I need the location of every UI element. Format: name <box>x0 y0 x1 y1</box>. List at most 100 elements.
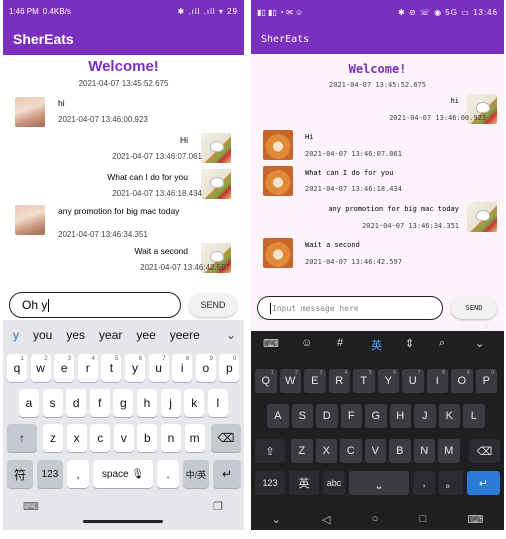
home-icon[interactable]: ○ <box>372 513 379 525</box>
letter-key[interactable]: M <box>438 439 460 463</box>
letter-key[interactable]: F <box>340 404 362 428</box>
letter-key[interactable]: A <box>267 404 289 428</box>
symbols-key[interactable]: 符 <box>7 460 33 488</box>
home-indicator[interactable] <box>83 520 163 523</box>
suggestion-item[interactable]: you <box>33 328 52 342</box>
letter-key[interactable]: u7 <box>148 354 169 382</box>
letter-key[interactable]: n <box>161 424 181 452</box>
letter-key[interactable]: S <box>291 404 313 428</box>
keyboard-layout-icon[interactable]: ⌨ <box>23 500 39 513</box>
suggestion-item[interactable]: yes <box>66 328 85 342</box>
message-input[interactable]: Oh y <box>9 292 181 318</box>
letter-key[interactable]: E3 <box>304 369 326 393</box>
letter-key[interactable]: s <box>42 389 63 417</box>
letter-key[interactable]: O9 <box>451 369 473 393</box>
hashtag-icon[interactable]: # <box>337 337 343 349</box>
letter-key[interactable]: X <box>315 439 337 463</box>
back-icon[interactable]: ◁ <box>322 513 330 526</box>
letter-key[interactable]: Q1 <box>255 369 277 393</box>
letter-key[interactable]: W2 <box>279 369 301 393</box>
recents-icon[interactable]: □ <box>420 513 427 525</box>
letter-key[interactable]: N <box>413 439 435 463</box>
letter-key[interactable]: b <box>137 424 158 452</box>
letter-key[interactable]: J <box>414 404 436 428</box>
keyboard-hide-icon[interactable]: ⌨ <box>467 513 483 526</box>
letter-key[interactable]: P0 <box>475 369 497 393</box>
letter-key[interactable]: o9 <box>195 354 216 382</box>
period-key[interactable]: 。 <box>439 471 463 495</box>
enter-key[interactable]: ↵ <box>213 460 241 488</box>
letter-key[interactable]: r4 <box>77 354 98 382</box>
letter-key[interactable]: z <box>43 424 63 452</box>
shift-key[interactable]: ↑ <box>7 424 37 452</box>
suggestion-item[interactable]: y <box>13 328 19 342</box>
letter-key[interactable]: R4 <box>328 369 350 393</box>
letter-key[interactable]: d <box>66 389 87 417</box>
letter-key[interactable]: Y6 <box>377 369 399 393</box>
letter-key[interactable]: V <box>364 439 386 463</box>
period-key[interactable]: . <box>157 460 179 488</box>
letter-key[interactable]: y6 <box>125 354 145 382</box>
shift-key[interactable]: ⇧ <box>255 439 285 463</box>
suggestion-item[interactable]: yeere <box>170 328 200 342</box>
language-switch-key[interactable]: 中/英 <box>183 460 209 488</box>
letter-key[interactable]: k <box>184 389 205 417</box>
message-input[interactable]: Input message here <box>257 296 443 320</box>
key-label: N <box>420 445 429 457</box>
letter-key[interactable]: C <box>340 439 362 463</box>
backspace-key[interactable]: ⌫ <box>469 439 500 463</box>
search-icon[interactable]: ⌕ <box>439 337 445 350</box>
letter-key[interactable]: G <box>365 404 387 428</box>
letter-key[interactable]: m <box>184 424 205 452</box>
letter-key[interactable]: i8 <box>172 354 193 382</box>
letter-key[interactable]: L <box>463 404 485 428</box>
navigation-menu-icon[interactable]: ⌄ <box>272 513 281 526</box>
letter-key[interactable]: p0 <box>219 354 240 382</box>
send-button[interactable]: SEND <box>451 297 497 319</box>
backspace-key[interactable]: ⌫ <box>211 424 241 452</box>
send-button[interactable]: SEND <box>189 293 237 317</box>
enter-key[interactable]: ↵ <box>467 471 500 495</box>
keyboard-collapse-icon[interactable]: ⌂ <box>483 321 488 331</box>
letter-key[interactable]: x <box>66 424 87 452</box>
comma-key[interactable]: , <box>413 471 435 495</box>
letter-key[interactable]: H <box>389 404 411 428</box>
letter-key[interactable]: w2 <box>30 354 51 382</box>
letter-key[interactable]: f <box>89 389 110 417</box>
letter-key[interactable]: T5 <box>353 369 375 393</box>
letter-key[interactable]: K <box>438 404 460 428</box>
numbers-key[interactable]: 123 <box>37 460 63 488</box>
suggestion-item[interactable]: yee <box>136 328 155 342</box>
input-mode-icon[interactable]: 英 <box>371 337 382 353</box>
keyboard-switch-icon[interactable]: ⌨ <box>263 337 279 350</box>
space-key[interactable]: space 🎙 <box>93 460 153 488</box>
letter-key[interactable]: c <box>90 424 111 452</box>
suggestion-item[interactable]: year <box>99 328 122 342</box>
letter-key[interactable]: B <box>389 439 411 463</box>
letter-key[interactable]: e3 <box>54 354 75 382</box>
letter-key[interactable]: Z <box>291 439 313 463</box>
comma-key[interactable]: , <box>67 460 89 488</box>
letter-key[interactable]: U7 <box>402 369 424 393</box>
letter-key[interactable]: q1 <box>7 354 27 382</box>
letter-key[interactable]: g <box>113 389 134 417</box>
key-label: P <box>482 375 490 387</box>
clipboard-icon[interactable]: ❐ <box>213 500 223 513</box>
cursor-move-icon[interactable]: ⇕ <box>405 337 414 350</box>
letter-key[interactable]: j <box>160 389 181 417</box>
language-switch-key[interactable]: 英 <box>289 471 319 495</box>
letter-key[interactable]: t5 <box>101 354 122 382</box>
abc-key[interactable]: abc <box>323 471 345 495</box>
letter-key[interactable]: v <box>113 424 134 452</box>
letter-key[interactable]: I8 <box>426 369 448 393</box>
numbers-key[interactable]: 123 <box>255 471 285 495</box>
letter-key[interactable]: D <box>316 404 338 428</box>
chevron-down-icon[interactable]: ⌄ <box>475 337 484 350</box>
letter-key[interactable]: h <box>137 389 157 417</box>
chat-list[interactable]: Welcome! 2021-04-07 13:45:52.675 hi 2021… <box>251 54 504 331</box>
letter-key[interactable]: l <box>207 389 228 417</box>
letter-key[interactable]: a <box>19 389 39 417</box>
chevron-down-icon[interactable]: ⌄ <box>226 328 236 342</box>
space-key[interactable]: ⎵ <box>349 471 409 495</box>
emoji-icon[interactable]: ☺ <box>301 337 312 349</box>
